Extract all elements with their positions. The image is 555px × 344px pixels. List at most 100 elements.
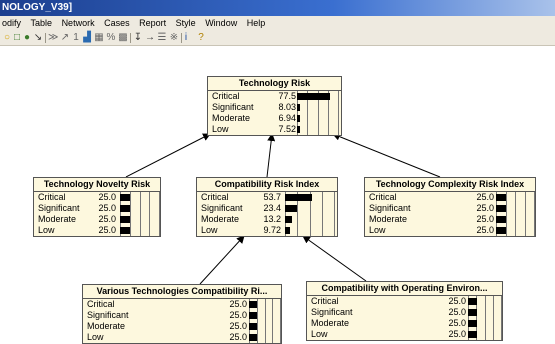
state-value: 23.4 <box>263 203 281 213</box>
state-label: Critical <box>212 91 240 101</box>
node-technology-risk[interactable]: Technology Risk Critical 77.5 Significant 8.… <box>207 76 342 136</box>
state-value: 7.52 <box>278 124 296 134</box>
state-value: 25.0 <box>98 203 116 213</box>
node-technology-novelty-risk[interactable]: Technology Novelty Risk Critical 25.0 Signi… <box>33 177 161 237</box>
state-value: 8.03 <box>278 102 296 112</box>
belief-bar <box>285 194 312 201</box>
belief-bar <box>496 194 506 201</box>
state-value: 77.5 <box>278 91 296 101</box>
state-bar-area <box>249 332 281 343</box>
node-title: Technology Novelty Risk <box>34 178 160 192</box>
state-row[interactable]: Critical 53.7 <box>197 192 337 203</box>
state-bar-area <box>120 203 160 214</box>
state-bar-area <box>496 203 535 214</box>
state-bar-area <box>285 225 335 236</box>
belief-bar <box>496 216 506 223</box>
state-label: Moderate <box>369 214 408 224</box>
state-label: Moderate <box>212 113 251 123</box>
state-bar-area <box>468 296 502 307</box>
belief-bar <box>120 194 130 201</box>
state-row[interactable]: Moderate 25.0 <box>307 318 502 329</box>
state-label: Critical <box>311 296 339 306</box>
state-label: Critical <box>38 192 66 202</box>
state-label: Low <box>212 124 229 134</box>
state-row[interactable]: Significant 25.0 <box>365 203 535 214</box>
node-compatibility-operating-environment[interactable]: Compatibility with Operating Environ... C… <box>306 281 503 341</box>
belief-bar <box>249 323 257 330</box>
state-row[interactable]: Moderate 6.94 <box>208 113 341 124</box>
state-label: Low <box>87 332 104 342</box>
belief-bar <box>249 312 257 319</box>
state-value: 25.0 <box>229 321 247 331</box>
state-label: Moderate <box>87 321 126 331</box>
state-row[interactable]: Significant 25.0 <box>83 310 281 321</box>
state-row[interactable]: Low 25.0 <box>34 225 160 236</box>
state-bar-area <box>285 203 335 214</box>
state-bar-area <box>120 214 160 225</box>
state-row[interactable]: Moderate 25.0 <box>83 321 281 332</box>
node-title: Compatibility Risk Index <box>197 178 337 192</box>
state-value: 25.0 <box>229 310 247 320</box>
state-row[interactable]: Critical 77.5 <box>208 91 341 102</box>
state-bar-area <box>297 91 339 102</box>
node-various-technologies-compatibility[interactable]: Various Technologies Compatibility Ri...… <box>82 284 282 344</box>
edge-technology-novelty-risk-to-technology-risk <box>125 133 211 178</box>
state-value: 25.0 <box>476 203 494 213</box>
belief-bar <box>285 227 290 234</box>
node-title: Various Technologies Compatibility Ri... <box>83 285 281 299</box>
state-row[interactable]: Critical 25.0 <box>307 296 502 307</box>
state-bar-area <box>249 321 281 332</box>
node-compatibility-risk-index[interactable]: Compatibility Risk Index Critical 53.7 Sign… <box>196 177 338 237</box>
edge-compatibility-operating-environment-to-compatibility-risk-index <box>302 235 367 282</box>
edge-technology-complexity-risk-index-to-technology-risk <box>332 132 441 178</box>
state-row[interactable]: Significant 25.0 <box>34 203 160 214</box>
state-row[interactable]: Significant 25.0 <box>307 307 502 318</box>
state-bar-area <box>297 113 339 124</box>
state-row[interactable]: Critical 25.0 <box>34 192 160 203</box>
belief-bar <box>468 320 477 327</box>
state-row[interactable]: Significant 23.4 <box>197 203 337 214</box>
belief-bar <box>249 334 257 341</box>
state-row[interactable]: Low 9.72 <box>197 225 337 236</box>
state-bar-area <box>285 192 335 203</box>
node-title: Compatibility with Operating Environ... <box>307 282 502 296</box>
state-label: Significant <box>38 203 80 213</box>
state-label: Low <box>311 329 328 339</box>
state-value: 25.0 <box>476 225 494 235</box>
belief-bar <box>120 216 130 223</box>
state-value: 25.0 <box>448 329 466 339</box>
state-row[interactable]: Low 7.52 <box>208 124 341 135</box>
state-label: Significant <box>212 102 254 112</box>
state-bar-area <box>120 225 160 236</box>
state-value: 25.0 <box>448 318 466 328</box>
state-row[interactable]: Low 25.0 <box>307 329 502 340</box>
state-row[interactable]: Significant 8.03 <box>208 102 341 113</box>
belief-bar <box>496 227 506 234</box>
belief-bar <box>468 298 477 305</box>
state-row[interactable]: Critical 25.0 <box>365 192 535 203</box>
state-row[interactable]: Moderate 13.2 <box>197 214 337 225</box>
state-bar-area <box>249 299 281 310</box>
state-row[interactable]: Low 25.0 <box>365 225 535 236</box>
state-row[interactable]: Critical 25.0 <box>83 299 281 310</box>
state-value: 25.0 <box>229 299 247 309</box>
state-value: 25.0 <box>98 192 116 202</box>
state-value: 25.0 <box>448 307 466 317</box>
state-label: Significant <box>201 203 243 213</box>
state-bar-area <box>468 318 502 329</box>
state-label: Low <box>369 225 386 235</box>
state-label: Low <box>38 225 55 235</box>
state-bar-area <box>297 124 339 135</box>
belief-bar <box>297 126 300 133</box>
belief-bar <box>297 93 330 100</box>
state-row[interactable]: Moderate 25.0 <box>365 214 535 225</box>
node-technology-complexity-risk-index[interactable]: Technology Complexity Risk Index Critical… <box>364 177 536 237</box>
state-bar-area <box>496 192 535 203</box>
state-value: 13.2 <box>263 214 281 224</box>
belief-bar <box>249 301 257 308</box>
state-label: Moderate <box>311 318 350 328</box>
state-row[interactable]: Moderate 25.0 <box>34 214 160 225</box>
state-value: 25.0 <box>98 214 116 224</box>
state-row[interactable]: Low 25.0 <box>83 332 281 343</box>
belief-bar <box>468 331 477 338</box>
